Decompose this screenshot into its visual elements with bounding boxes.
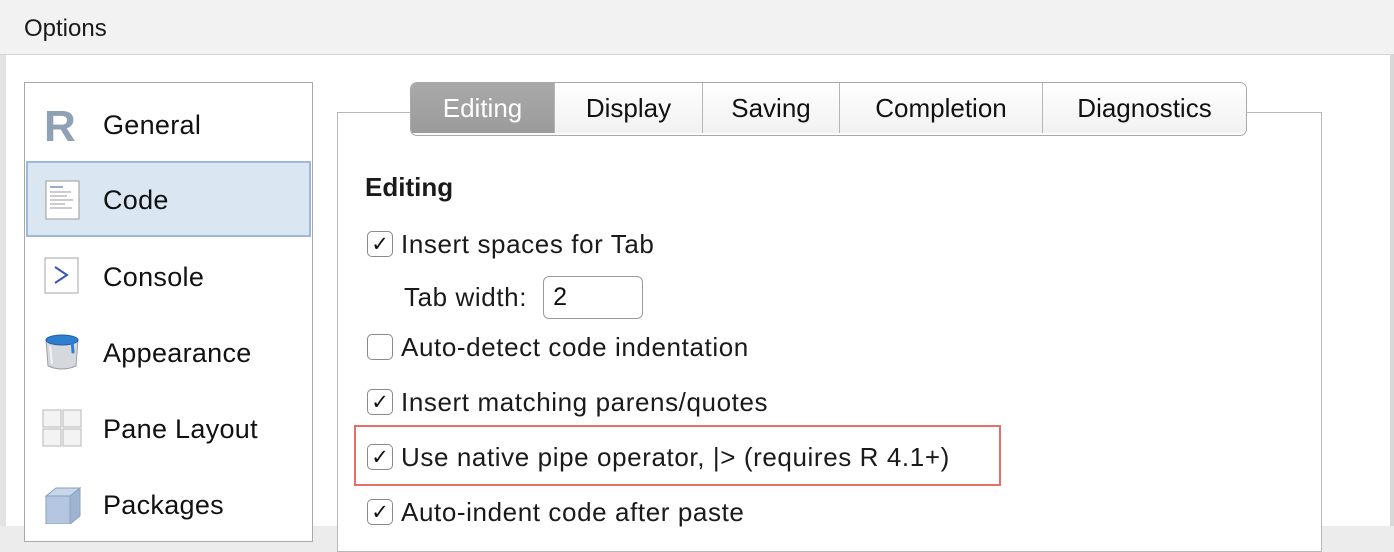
sidebar-item-label: Packages [103, 490, 224, 520]
auto-indent-option[interactable]: ✓ Auto-indent code after paste [367, 497, 744, 527]
auto-indent-checkbox[interactable]: ✓ [367, 499, 393, 525]
package-box-icon [42, 484, 82, 526]
sidebar-item-packages[interactable]: Packages [26, 466, 311, 542]
tab-width-label: Tab width: [404, 282, 528, 312]
dialog-right-edge [1390, 55, 1394, 526]
tab-diagnostics[interactable]: Diagnostics [1043, 83, 1246, 133]
sidebar-item-label: Code [103, 185, 169, 215]
sidebar-item-appearance[interactable]: Appearance [26, 314, 311, 390]
insert-spaces-label: Insert spaces for Tab [401, 228, 655, 259]
paint-bucket-icon [42, 332, 82, 372]
sidebar-item-label: Appearance [103, 338, 252, 368]
tab-saving[interactable]: Saving [703, 83, 840, 133]
auto-detect-label: Auto-detect code indentation [401, 331, 749, 362]
matching-parens-label: Insert matching parens/quotes [401, 386, 769, 417]
sidebar-item-label: Pane Layout [103, 414, 258, 444]
tab-display[interactable]: Display [555, 83, 703, 133]
r-logo-icon: R [42, 102, 82, 151]
insert-spaces-checkbox[interactable]: ✓ [367, 231, 393, 257]
section-title: Editing [365, 172, 454, 202]
window-titlebar: Options [0, 0, 1394, 55]
insert-spaces-option[interactable]: ✓ Insert spaces for Tab [367, 229, 654, 259]
annotation-highlight-box [354, 425, 1001, 486]
options-sidebar: R General Code Console Appearance Pane L… [24, 82, 313, 542]
sidebar-item-label: General [103, 110, 202, 140]
tab-completion[interactable]: Completion [840, 83, 1043, 133]
tab-width-row: Tab width: [404, 276, 644, 319]
auto-detect-checkbox[interactable] [367, 334, 393, 360]
sidebar-item-code[interactable]: Code [26, 161, 311, 237]
auto-indent-label: Auto-indent code after paste [401, 496, 745, 527]
sidebar-item-console[interactable]: Console [26, 238, 311, 314]
svg-text:R: R [44, 104, 76, 144]
auto-detect-option[interactable]: Auto-detect code indentation [367, 332, 749, 362]
matching-parens-checkbox[interactable]: ✓ [367, 389, 393, 415]
sidebar-item-general[interactable]: R General [26, 86, 311, 162]
tab-bar: Editing Display Saving Completion Diagno… [410, 82, 1247, 136]
code-document-icon [43, 180, 83, 220]
tab-width-input[interactable] [543, 276, 644, 319]
sidebar-item-pane-layout[interactable]: Pane Layout [26, 390, 311, 466]
window-title: Options [24, 15, 107, 42]
console-prompt-icon [42, 256, 82, 296]
tab-editing[interactable]: Editing [411, 83, 555, 133]
sidebar-item-label: Console [103, 262, 205, 292]
matching-parens-option[interactable]: ✓ Insert matching parens/quotes [367, 387, 768, 417]
pane-grid-icon [41, 408, 82, 448]
